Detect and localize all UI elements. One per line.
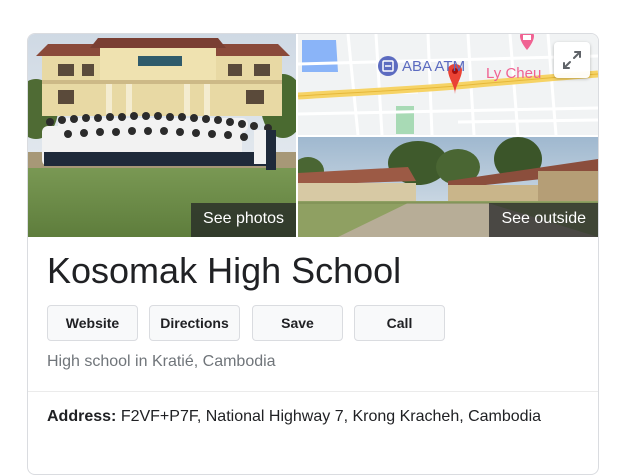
media-strip: See photos ABA ATM Ly Cheu See outside <box>28 34 598 237</box>
call-button[interactable]: Call <box>354 305 445 341</box>
map-label-aba-atm: ABA ATM <box>402 58 465 75</box>
street-view-tile[interactable]: See outside <box>298 137 598 237</box>
divider <box>28 391 598 392</box>
place-title: Kosomak High School <box>47 250 402 291</box>
directions-button[interactable]: Directions <box>149 305 240 341</box>
expand-map-button[interactable] <box>554 42 590 78</box>
knowledge-panel: See photos ABA ATM Ly Cheu See outside K… <box>27 33 599 475</box>
photo-gallery-tile[interactable]: See photos <box>28 34 296 237</box>
expand-icon <box>563 51 581 69</box>
address-label: Address: <box>47 408 117 425</box>
map-label-ly-cheu: Ly Cheu <box>486 65 541 82</box>
map-park <box>396 106 414 134</box>
address-value[interactable]: F2VF+P7F, National Highway 7, Krong Krac… <box>121 408 541 425</box>
map-preview: ABA ATM Ly Cheu <box>298 34 598 135</box>
see-photos-label[interactable]: See photos <box>191 203 296 237</box>
address-row: Address: F2VF+P7F, National Highway 7, K… <box>47 403 567 431</box>
map-water <box>302 40 338 72</box>
place-category: High school in Kratié, Cambodia <box>47 353 276 370</box>
map-tile[interactable]: ABA ATM Ly Cheu <box>298 34 598 135</box>
see-outside-label[interactable]: See outside <box>489 203 598 237</box>
website-button[interactable]: Website <box>47 305 138 341</box>
save-button[interactable]: Save <box>252 305 343 341</box>
